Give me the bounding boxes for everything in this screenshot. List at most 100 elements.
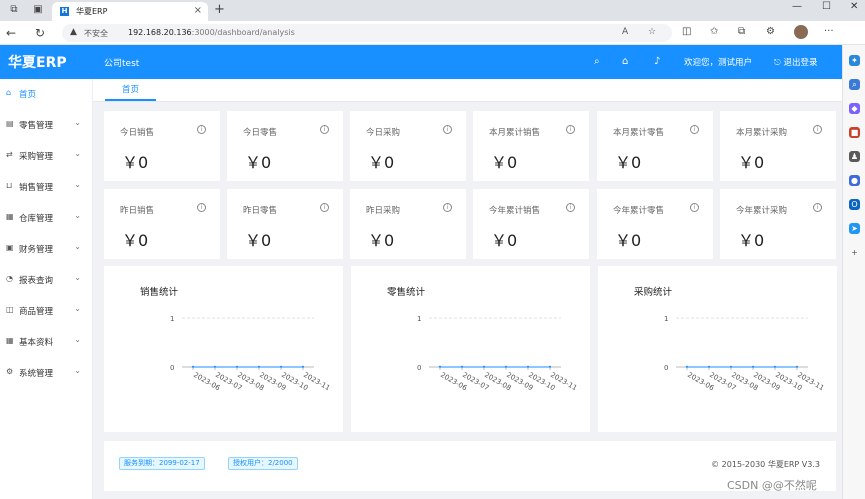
- watermark: CSDN @@不然呢: [727, 479, 817, 492]
- back-icon[interactable]: ←: [6, 26, 16, 40]
- logout-button[interactable]: ⎋ 退出登录: [774, 56, 817, 68]
- extensions-icon[interactable]: ⚙: [766, 26, 775, 37]
- minimize-icon[interactable]: —: [792, 1, 802, 12]
- sidebar-item-purchase[interactable]: ⇄ 采购管理 ⌄: [0, 144, 93, 168]
- maximize-icon[interactable]: ☐: [822, 1, 831, 12]
- stat-value: ￥0: [738, 153, 765, 172]
- stat-value: ￥0: [615, 231, 642, 250]
- stat-card: 昨日销售 i ￥0: [104, 189, 220, 259]
- refresh-icon[interactable]: ↻: [35, 26, 45, 40]
- search-icon[interactable]: ⌕: [594, 56, 600, 67]
- info-icon[interactable]: i: [197, 203, 206, 212]
- sidebar-item-warehouse[interactable]: ▦ 仓库管理 ⌄: [0, 206, 93, 230]
- drop-icon[interactable]: ➤: [849, 223, 860, 234]
- purchase-icon: ⇄: [6, 150, 13, 159]
- sidebar-item-basics[interactable]: ▦ 基本资料 ⌄: [0, 330, 93, 354]
- tab-home[interactable]: 首页: [105, 83, 156, 101]
- warehouse-icon: ▦: [6, 212, 14, 221]
- chevron-down-icon: ⌄: [74, 273, 81, 282]
- favorites-icon[interactable]: ✩: [710, 26, 718, 37]
- purchase-chart: 012023-062023-072023-082023-092023-10202…: [664, 315, 825, 393]
- tools-icon[interactable]: ■: [849, 127, 860, 138]
- info-icon[interactable]: i: [320, 203, 329, 212]
- sidebar: ⌂ 首页 ▤ 零售管理 ⌄ ⇄ 采购管理 ⌄ ⊔ 销售管理 ⌄ ▦ 仓库管理 ⌄…: [0, 79, 93, 499]
- close-window-icon[interactable]: ✕: [850, 1, 858, 12]
- info-icon[interactable]: i: [320, 125, 329, 134]
- sidebar-item-label: 系统管理: [19, 369, 54, 379]
- favorite-star-icon[interactable]: ☆: [648, 27, 656, 37]
- stat-label: 昨日销售: [120, 206, 155, 216]
- new-tab-icon[interactable]: +: [214, 2, 225, 17]
- info-icon[interactable]: i: [813, 125, 822, 134]
- y-tick-label: 0: [664, 364, 668, 372]
- sidebar-item-products[interactable]: ◫ 商品管理 ⌄: [0, 299, 93, 323]
- shopping-icon[interactable]: ◆: [849, 103, 860, 114]
- bell-icon[interactable]: ♪: [654, 56, 660, 67]
- sidebar-item-label: 首页: [19, 90, 37, 100]
- chevron-down-icon: ⌄: [74, 366, 81, 375]
- workspaces-icon[interactable]: ⧉: [8, 4, 20, 16]
- copilot-icon[interactable]: ✦: [849, 55, 860, 66]
- read-aloud-icon[interactable]: A: [622, 27, 628, 37]
- app-logo: 华夏ERP: [8, 55, 67, 71]
- tab-close-icon[interactable]: ×: [194, 5, 202, 16]
- page-tab-strip: 首页: [93, 79, 842, 102]
- tab-actions-icon[interactable]: ▣: [32, 4, 44, 16]
- collections-icon[interactable]: ⧉: [738, 26, 745, 37]
- browser-tab[interactable]: H 华夏ERP ×: [52, 2, 208, 21]
- stat-label: 本月累计采购: [736, 128, 788, 138]
- info-icon[interactable]: i: [566, 125, 575, 134]
- stat-label: 今日零售: [243, 128, 278, 138]
- retail-icon: ▤: [6, 119, 14, 128]
- sidebar-item-label: 销售管理: [19, 183, 54, 193]
- info-icon[interactable]: i: [443, 203, 452, 212]
- chevron-down-icon: ⌄: [74, 242, 81, 251]
- sidebar-item-reports[interactable]: ◔ 报表查询 ⌄: [0, 268, 93, 292]
- info-icon[interactable]: i: [690, 203, 699, 212]
- info-icon[interactable]: i: [197, 125, 206, 134]
- profile-avatar[interactable]: [794, 25, 808, 39]
- sidebar-item-home[interactable]: ⌂ 首页: [0, 82, 93, 106]
- bank-icon[interactable]: ⌂: [622, 56, 628, 67]
- stat-card: 本月累计零售 i ￥0: [597, 111, 713, 181]
- stat-value: ￥0: [738, 231, 765, 250]
- report-icon: ◔: [6, 274, 13, 283]
- chevron-down-icon: ⌄: [74, 180, 81, 189]
- stat-card: 本月累计采购 i ￥0: [720, 111, 836, 181]
- games-icon[interactable]: ♟: [849, 151, 860, 162]
- copyright-text: © 2015-2030 华夏ERP V3.3: [711, 460, 820, 469]
- outlook-icon[interactable]: O: [849, 199, 860, 210]
- more-menu-icon[interactable]: ···: [824, 26, 834, 37]
- chevron-down-icon: ⌄: [74, 335, 81, 344]
- stat-label: 今年累计采购: [736, 206, 788, 216]
- sidebar-item-label: 零售管理: [19, 121, 54, 131]
- info-icon[interactable]: i: [443, 125, 452, 134]
- sidebar-item-label: 商品管理: [19, 307, 54, 317]
- app-header: 华夏ERP 公司test ⌕ ⌂ ♪ 欢迎您，测试用户 ⎋ 退出登录: [0, 45, 842, 79]
- stat-card: 今日销售 i ￥0: [104, 111, 220, 181]
- microsoft365-icon[interactable]: ●: [849, 175, 860, 186]
- retail-chart-card: 零售统计 0 1 2023-06 2023-07 2023-08 2023-09 2023-…: [351, 266, 590, 432]
- sidebar-item-retail[interactable]: ▤ 零售管理 ⌄: [0, 113, 93, 137]
- home-icon: ⌂: [6, 88, 12, 97]
- edge-sidebar: ✦ ⌕ ◆ ■ ♟ ● O ➤ +: [842, 45, 865, 499]
- cart-icon: ⊔: [6, 181, 13, 190]
- split-screen-icon[interactable]: ◫: [682, 26, 691, 37]
- sidebar-item-finance[interactable]: ▣ 财务管理 ⌄: [0, 237, 93, 261]
- y-tick-label: 1: [417, 315, 421, 323]
- sidebar-item-system[interactable]: ⚙ 系统管理 ⌄: [0, 361, 93, 385]
- insecure-label: 不安全: [84, 29, 108, 38]
- info-icon[interactable]: i: [690, 125, 699, 134]
- search-sidebar-icon[interactable]: ⌕: [849, 79, 860, 90]
- url-field[interactable]: ▲ 不安全 192.168.20.136:3000/dashboard/anal…: [62, 24, 672, 42]
- service-expiry-badge: 服务到期：2099-02-17: [119, 457, 205, 470]
- stat-label: 今年累计零售: [613, 206, 665, 216]
- add-sidebar-icon[interactable]: +: [849, 247, 860, 258]
- info-icon[interactable]: i: [813, 203, 822, 212]
- info-icon[interactable]: i: [566, 203, 575, 212]
- stat-value: ￥0: [245, 231, 272, 250]
- sidebar-item-label: 报表查询: [19, 276, 54, 286]
- browser-tab-bar: ⧉ ▣ H 华夏ERP × + — ☐ ✕: [0, 0, 865, 21]
- y-tick-label: 0: [417, 364, 421, 372]
- sidebar-item-sales[interactable]: ⊔ 销售管理 ⌄: [0, 175, 93, 199]
